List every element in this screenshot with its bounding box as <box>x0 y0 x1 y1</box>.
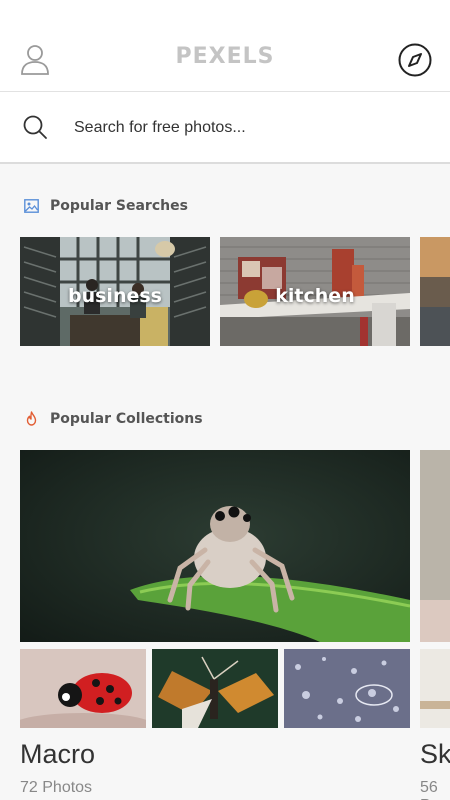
partial-photo <box>420 450 450 642</box>
collection-macro-thumb-2[interactable] <box>152 649 278 728</box>
butterfly-photo <box>152 649 278 728</box>
partial-photo <box>420 649 450 728</box>
compass-icon[interactable] <box>397 42 433 78</box>
popular-collections-title: Popular Collections <box>50 411 203 427</box>
spider-photo <box>20 450 410 642</box>
partial-photo <box>420 237 450 346</box>
collection-name[interactable]: Macro <box>20 739 95 770</box>
droplets-photo <box>284 649 410 728</box>
collection-macro-thumb-1[interactable] <box>20 649 146 728</box>
popular-search-business[interactable]: business <box>20 237 210 346</box>
collection-macro-thumb-3[interactable] <box>284 649 410 728</box>
collection-name[interactable]: Sk <box>420 739 450 770</box>
tile-label: kitchen <box>275 285 355 307</box>
popular-search-kitchen[interactable]: kitchen <box>220 237 410 346</box>
popular-search-partial[interactable] <box>420 237 450 346</box>
search-bar <box>0 92 450 164</box>
popular-searches-title: Popular Searches <box>50 198 188 214</box>
search-icon[interactable] <box>22 114 48 140</box>
brand-logo: PEXELS <box>175 44 275 69</box>
image-icon <box>24 199 39 213</box>
collection-second-thumb[interactable] <box>420 649 450 728</box>
app-header: PEXELS <box>0 0 450 92</box>
collection-macro-hero[interactable] <box>20 450 410 642</box>
tile-label: business <box>68 285 162 307</box>
ladybug-photo <box>20 649 146 728</box>
collection-count: 56 P <box>420 779 438 800</box>
flame-icon <box>26 411 37 426</box>
collection-count: 72 Photos <box>20 779 93 796</box>
collection-second-hero[interactable] <box>420 450 450 642</box>
search-input[interactable] <box>74 110 424 146</box>
